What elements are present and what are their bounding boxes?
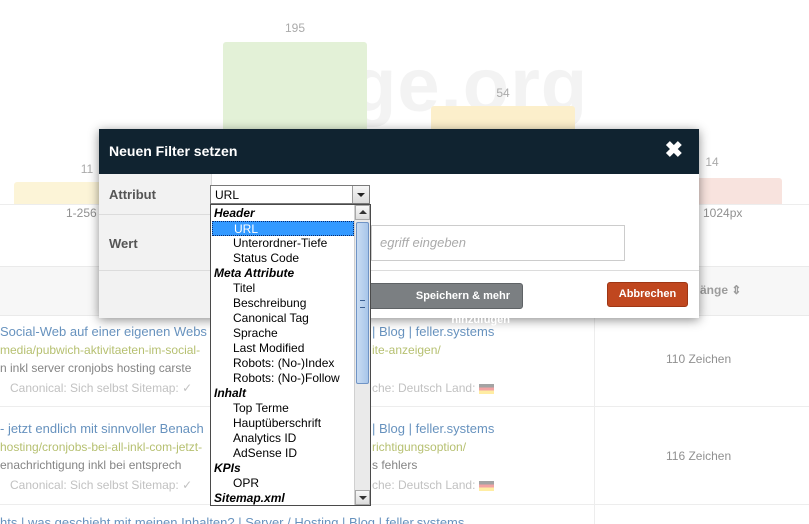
scroll-down-icon[interactable] bbox=[355, 490, 370, 505]
close-icon[interactable]: ✖ bbox=[665, 139, 683, 161]
dropdown-option[interactable]: Canonical Tag bbox=[212, 311, 354, 326]
dropdown-option[interactable]: Hauptüberschrift bbox=[212, 416, 354, 431]
dropdown-scrollbar[interactable] bbox=[354, 205, 370, 505]
save-and-add-button[interactable]: Speichern & mehr hinzufügen bbox=[362, 283, 523, 326]
dropdown-option[interactable]: URL bbox=[212, 221, 354, 236]
value-label-cell: Wert bbox=[99, 215, 212, 271]
dropdown-option[interactable]: Top Terme bbox=[212, 401, 354, 416]
dropdown-option[interactable]: Robots: (No-)Index bbox=[212, 356, 354, 371]
cancel-button[interactable]: Abbrechen bbox=[607, 282, 688, 307]
attribute-label: Attribut bbox=[109, 187, 156, 202]
modal-header: Neuen Filter setzen ✖ bbox=[99, 129, 699, 174]
attribute-select-value: URL bbox=[215, 188, 240, 202]
dropdown-option[interactable]: Beschreibung bbox=[212, 296, 354, 311]
dropdown-option[interactable]: Sprache bbox=[212, 326, 354, 341]
attribute-label-cell: Attribut bbox=[99, 174, 212, 215]
value-input[interactable]: egriff eingeben bbox=[371, 225, 625, 261]
dropdown-option[interactable]: Titel bbox=[212, 281, 354, 296]
attribute-dropdown-list[interactable]: Header URL Unterordner-Tiefe Status Code Met… bbox=[210, 204, 371, 506]
dropdown-option[interactable]: Analytics ID bbox=[212, 431, 354, 446]
dropdown-option[interactable]: Last Modified bbox=[212, 341, 354, 356]
chevron-down-icon[interactable] bbox=[352, 186, 369, 203]
footer-label-cell bbox=[99, 271, 212, 318]
dropdown-option[interactable]: Status Code bbox=[212, 251, 354, 266]
modal-title: Neuen Filter setzen bbox=[109, 143, 238, 159]
dropdown-group-label: Sitemap.xml bbox=[214, 491, 285, 505]
footer-divider bbox=[99, 270, 699, 271]
scrollbar-thumb[interactable] bbox=[356, 222, 369, 384]
dropdown-group-label: Header bbox=[214, 206, 255, 220]
scroll-up-icon[interactable] bbox=[355, 205, 370, 220]
dropdown-option[interactable]: Unterordner-Tiefe bbox=[212, 236, 354, 251]
value-label: Wert bbox=[109, 236, 138, 251]
dropdown-option[interactable]: Robots: (No-)Follow bbox=[212, 371, 354, 386]
dropdown-option[interactable]: OPR bbox=[212, 476, 354, 491]
dropdown-group-label: Meta Attribute bbox=[214, 266, 295, 280]
dropdown-option[interactable]: AdSense ID bbox=[212, 446, 354, 461]
dropdown-group-label: KPIs bbox=[214, 461, 241, 475]
filter-modal: Neuen Filter setzen ✖ Attribut Wert egri… bbox=[99, 129, 699, 326]
dropdown-group-label: Inhalt bbox=[214, 386, 246, 400]
attribute-select[interactable]: URL bbox=[210, 185, 370, 204]
